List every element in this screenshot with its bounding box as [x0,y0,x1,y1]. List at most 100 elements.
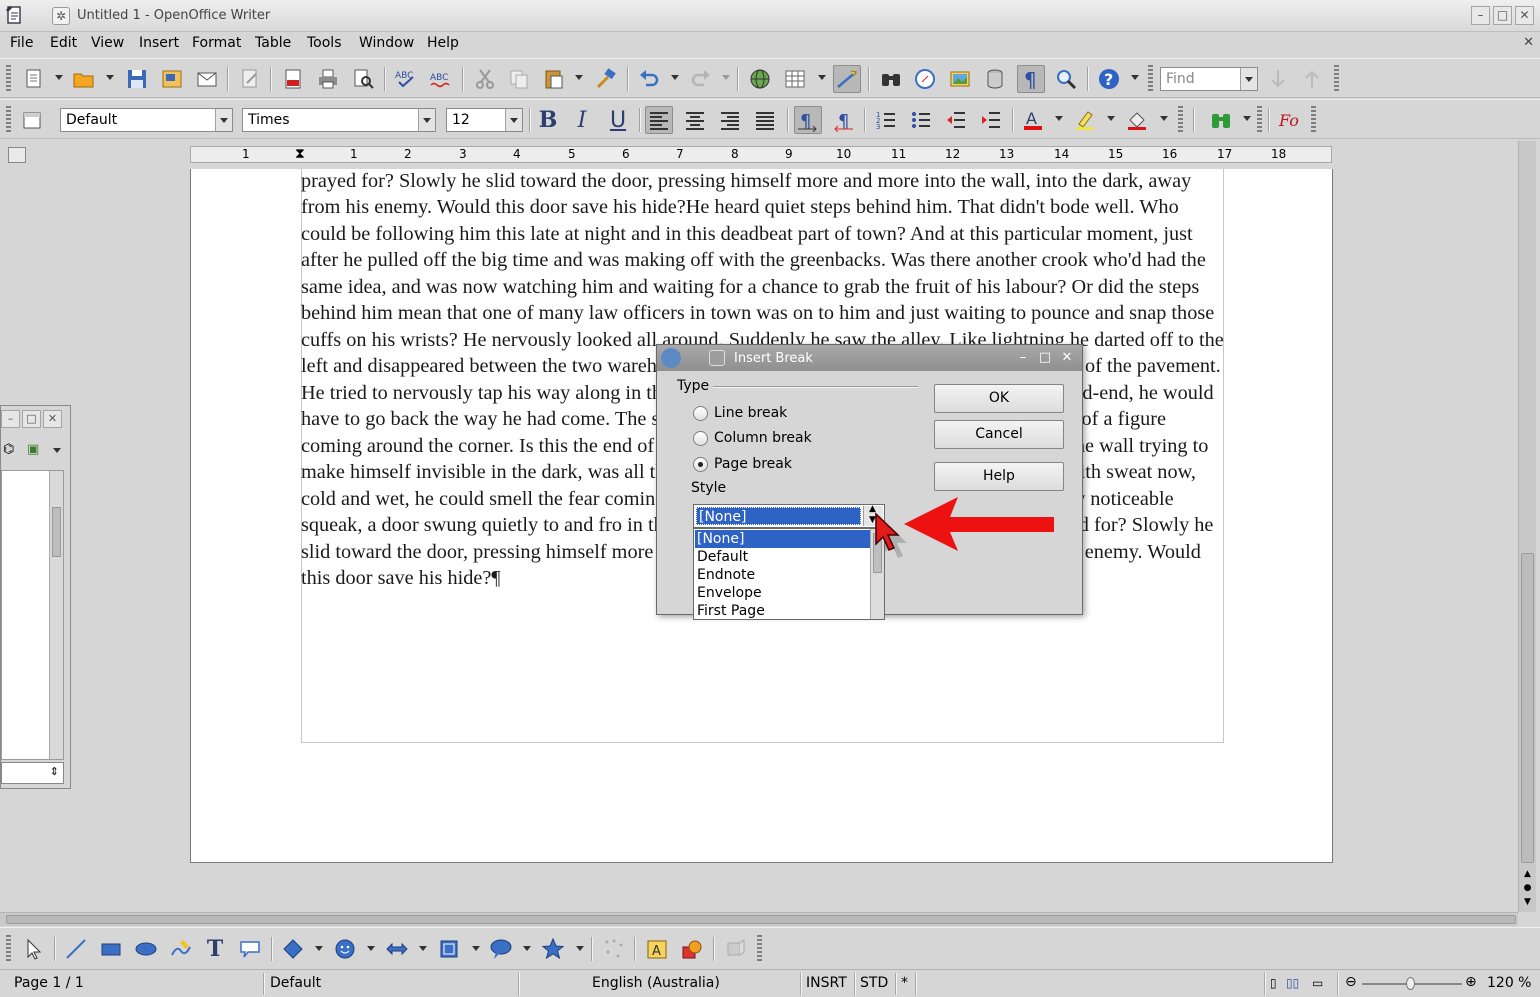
fontwork-icon[interactable]: A [643,935,671,963]
menu-window[interactable]: Window [359,35,414,51]
style-option-default[interactable]: Default [695,548,870,566]
zoom-icon[interactable] [1052,65,1080,93]
extrusion-icon[interactable] [722,935,750,963]
numbering-icon[interactable]: 123 [872,106,900,134]
panel-scrollbar[interactable] [49,471,63,759]
close-document-icon[interactable]: ✕ [1523,35,1534,50]
toolbar-grip[interactable] [1178,106,1183,134]
left-indent-marker[interactable]: ⧗ [295,146,305,162]
symbol-shapes-icon[interactable] [331,935,359,963]
fill-format-icon[interactable]: ⌬ [3,442,14,457]
help-icon[interactable]: ? [1095,65,1123,93]
line-break-radio[interactable]: Line break [693,405,787,421]
clone-formatting-icon[interactable] [592,65,620,93]
from-file-icon[interactable] [678,935,706,963]
find-replace-icon[interactable] [877,65,905,93]
increase-indent-icon[interactable] [977,106,1005,134]
copy-icon[interactable] [505,65,533,93]
highlighting-icon[interactable] [1071,106,1099,134]
font-size-select[interactable]: 12 [446,108,523,132]
panel-maximize-icon[interactable]: □ [22,410,41,428]
stars-icon[interactable] [539,935,567,963]
cut-icon[interactable] [471,65,499,93]
toolbar-grip[interactable] [757,935,762,963]
paragraph-style-dropdown-icon[interactable] [215,109,232,131]
selection-mode-indicator[interactable]: STD [860,975,888,991]
select-pointer-icon[interactable] [20,935,48,963]
menu-insert[interactable]: Insert [139,35,179,51]
insert-mode-indicator[interactable]: INSRT [806,975,847,991]
dialog-title-bar[interactable]: Insert Break – □ ✕ [657,345,1082,371]
paste-icon[interactable] [540,65,568,93]
function-icon[interactable]: Fo [1275,106,1303,134]
find-input[interactable]: Find [1160,67,1258,91]
align-right-icon[interactable] [716,106,744,134]
modified-indicator[interactable]: * [901,975,908,991]
panel-minimize-icon[interactable]: – [1,410,20,428]
zoom-out-icon[interactable]: ⊖ [1345,974,1357,990]
zoom-slider-handle[interactable] [1406,977,1415,990]
font-color-dropdown-icon[interactable] [1055,116,1063,121]
menu-help[interactable]: Help [427,35,459,51]
previous-page-icon[interactable]: ▲ [1520,867,1535,881]
panel-filter-spin-icon[interactable]: ⇕ [50,765,59,778]
vertical-scroll-thumb[interactable] [1521,553,1534,863]
block-arrows-icon[interactable] [383,935,411,963]
page-preview-icon[interactable] [349,65,377,93]
open-folder-icon[interactable] [70,65,98,93]
show-draw-functions-icon[interactable] [833,65,861,93]
symbol-shapes-dropdown-icon[interactable] [367,946,375,951]
multi-page-view-icon[interactable]: ▯▯ [1286,976,1299,990]
underline-icon[interactable]: U [604,106,632,134]
freeform-line-icon[interactable] [167,935,195,963]
next-page-icon[interactable]: ▼ [1520,895,1535,909]
right-to-left-icon[interactable]: ¶ [829,106,857,134]
column-break-radio[interactable]: Column break [693,430,812,446]
binoculars-dropdown-icon[interactable] [1243,116,1251,121]
table-icon[interactable] [781,65,809,93]
callout-shapes-dropdown-icon[interactable] [523,946,531,951]
zoom-in-icon[interactable]: ⊕ [1465,974,1477,990]
toolbar-grip[interactable] [1311,106,1316,134]
navigator-icon[interactable] [911,65,939,93]
toolbar-grip[interactable] [6,106,11,134]
flowcharts-icon[interactable] [435,935,463,963]
zoom-level[interactable]: 120 % [1487,975,1531,991]
bold-icon[interactable]: B [534,106,562,134]
print-icon[interactable] [314,65,342,93]
find-dropdown-icon[interactable] [1240,68,1257,90]
help-button[interactable]: Help [934,462,1064,491]
flowcharts-dropdown-icon[interactable] [472,946,480,951]
ok-button[interactable]: OK [934,384,1064,413]
callouts-icon[interactable] [236,935,264,963]
callout-shapes-icon[interactable] [487,935,515,963]
redo-dropdown-icon[interactable] [722,75,730,80]
toolbar-grip[interactable] [6,935,11,963]
gallery-icon[interactable] [946,65,974,93]
language-indicator[interactable]: English (Australia) [592,975,720,991]
help-dropdown-icon[interactable] [1131,75,1139,80]
edit-file-icon[interactable] [236,65,264,93]
find-previous-icon[interactable] [1298,65,1326,93]
panel-close-icon[interactable]: ✕ [43,410,62,428]
stars-dropdown-icon[interactable] [576,946,584,951]
navigation-icon[interactable]: ● [1520,881,1535,895]
horizontal-scroll-thumb[interactable] [6,915,1516,924]
window-menu-icon[interactable]: ✲ [52,7,70,25]
panel-filter-select[interactable]: ⇕ [1,762,64,784]
redo-icon[interactable] [687,65,715,93]
writer-app-icon[interactable] [4,4,24,26]
font-name-dropdown-icon[interactable] [418,109,435,131]
data-sources-icon[interactable] [981,65,1009,93]
new-style-icon[interactable]: ▣ [27,442,39,457]
menu-table[interactable]: Table [255,35,291,51]
decrease-indent-icon[interactable] [942,106,970,134]
menu-view[interactable]: View [91,35,124,51]
horizontal-scrollbar[interactable] [0,912,1518,926]
justify-icon[interactable] [751,106,779,134]
paragraph-style-select[interactable]: Default [60,108,233,132]
style-option-none[interactable]: [None] [695,530,870,548]
toolbar-grip[interactable] [1334,65,1339,93]
toolbar-grip[interactable] [1257,106,1262,134]
font-name-select[interactable]: Times [242,108,436,132]
